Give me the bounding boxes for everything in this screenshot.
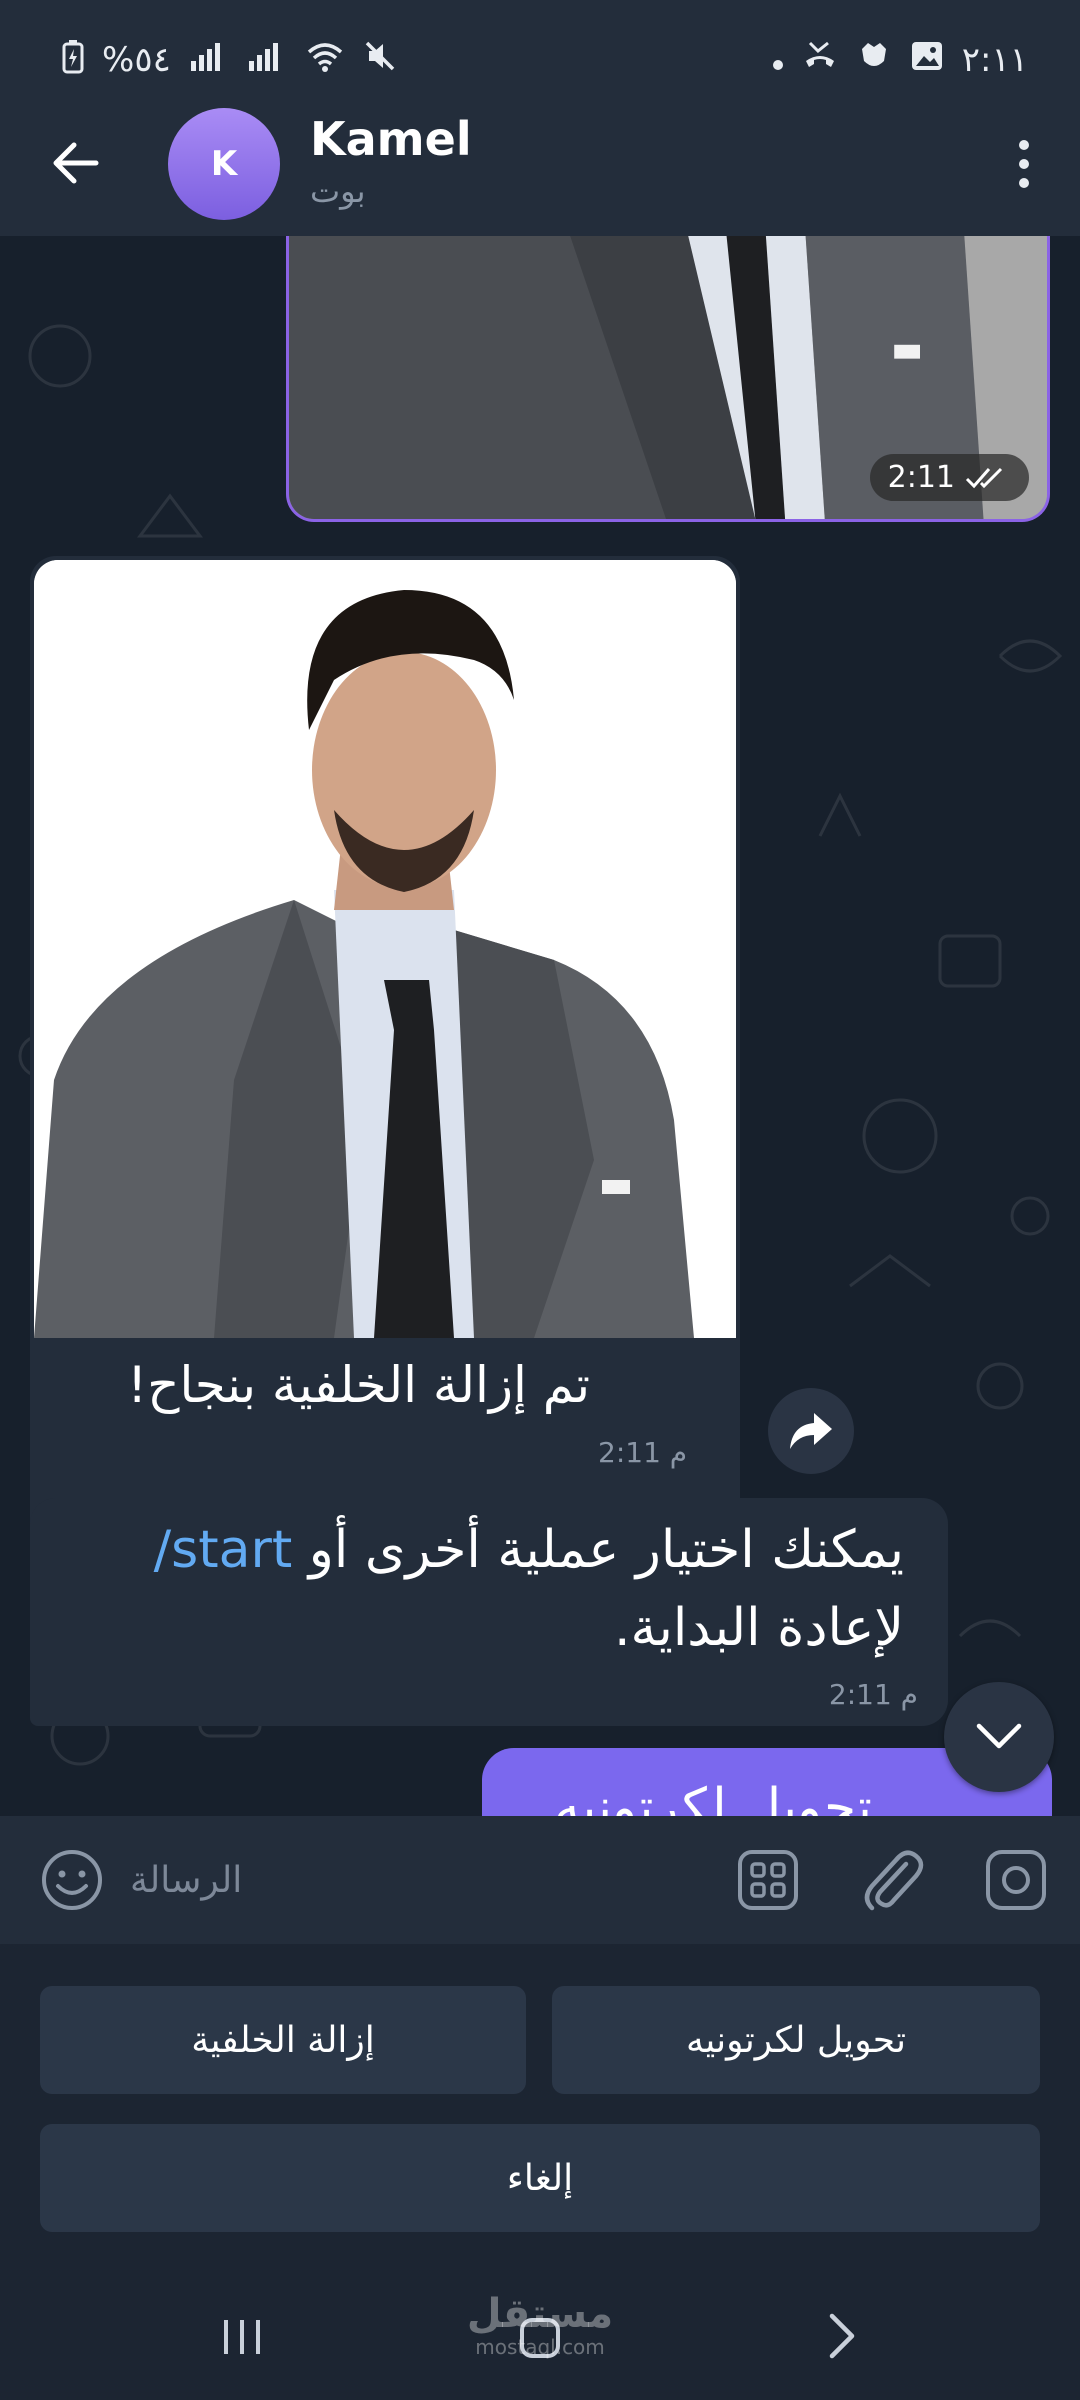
watermark: مستقل mostaql.com: [460, 2292, 620, 2382]
photo-caption-time: 2:11 م: [598, 1436, 688, 1469]
chat-header: K Kamel بوت: [0, 88, 1080, 236]
emoji-button[interactable]: [36, 1844, 108, 1916]
outgoing-photo-message[interactable]: 2:11: [286, 236, 1050, 522]
status-right: ٢:١١: [772, 39, 1028, 82]
avatar[interactable]: K: [168, 108, 280, 220]
back-arrow-icon: [53, 142, 99, 184]
recent-apps-button[interactable]: [212, 2306, 272, 2366]
dot-icon: [772, 40, 784, 80]
watermark-url: mostaql.com: [475, 2335, 605, 2359]
signal-icon: [189, 40, 229, 80]
bot-keyboard-button[interactable]: [732, 1844, 804, 1916]
back-button[interactable]: [40, 128, 110, 198]
system-navigation-bar: مستقل mostaql.com: [0, 2274, 1080, 2400]
attach-button[interactable]: [856, 1842, 928, 1918]
double-check-icon: [965, 467, 1003, 488]
missed-call-icon: [802, 39, 838, 82]
status-left: %٥٤: [62, 39, 397, 82]
message-line-2: لإعادة البداية.: [613, 1598, 904, 1658]
reply-keyboard: تحويل لكرتونيه إزالة الخلفية إلغاء: [0, 1944, 1080, 2274]
wifi-icon: [305, 40, 345, 81]
camera-icon: [986, 1850, 1046, 1910]
chevron-right-icon: [829, 2313, 855, 2359]
message-composer: [0, 1816, 1080, 1944]
keyboard-grid-icon: [738, 1850, 798, 1910]
scroll-to-bottom-button[interactable]: [944, 1682, 1054, 1792]
watermark-logo-text: مستقل: [466, 2291, 614, 2337]
menu-dot-icon: [1019, 140, 1029, 150]
message-time: 2:11: [887, 460, 955, 495]
message-text: تحويل لكرتونيه: [554, 1778, 872, 1816]
more-options-button[interactable]: [994, 124, 1054, 204]
menu-dot-icon: [1019, 159, 1029, 169]
system-back-button[interactable]: [812, 2306, 872, 2366]
chat-area[interactable]: 2:11 تم إزالة الخلفية بنجاح! 2:11 م يمكن…: [0, 236, 1080, 1816]
battery-icon: [62, 40, 84, 80]
menu-dot-icon: [1019, 178, 1029, 188]
chat-title[interactable]: Kamel: [310, 112, 472, 166]
chevron-down-icon: [976, 1723, 1022, 1749]
keyboard-button-remove-background[interactable]: إزالة الخلفية: [40, 1986, 526, 2094]
forward-button[interactable]: [768, 1388, 854, 1474]
paperclip-icon: [864, 1850, 924, 1911]
smiley-icon: [42, 1850, 102, 1910]
incoming-text-message[interactable]: يمكنك اختيار عملية أخرى أو /start لإعادة…: [30, 1498, 948, 1726]
photo-caption: تم إزالة الخلفية بنجاح!: [127, 1356, 590, 1414]
start-command-link[interactable]: /start: [154, 1520, 293, 1580]
clock-time: ٢:١١: [961, 40, 1028, 80]
chat-subtitle: بوت: [310, 172, 366, 210]
keyboard-button-cartoon[interactable]: تحويل لكرتونيه: [552, 1986, 1040, 2094]
battery-percent: %٥٤: [102, 40, 171, 80]
recent-apps-icon: [224, 2320, 260, 2354]
message-line-1: يمكنك اختيار عملية أخرى أو /start: [154, 1520, 904, 1580]
message-text: يمكنك اختيار عملية أخرى أو: [292, 1520, 904, 1580]
mute-icon: [363, 39, 397, 82]
app-notification-icon: [856, 39, 892, 82]
outgoing-photo-time: 2:11: [869, 454, 1029, 501]
keyboard-button-cancel[interactable]: إلغاء: [40, 2124, 1040, 2232]
message-input[interactable]: [130, 1844, 690, 1916]
camera-button[interactable]: [980, 1844, 1052, 1916]
result-photo[interactable]: [34, 560, 736, 1338]
share-arrow-icon: [790, 1413, 832, 1449]
man-in-suit-image: [34, 560, 736, 1338]
message-time: 2:11 م: [828, 1678, 918, 1711]
signal-icon-2: [247, 40, 287, 80]
gallery-icon: [910, 40, 944, 81]
